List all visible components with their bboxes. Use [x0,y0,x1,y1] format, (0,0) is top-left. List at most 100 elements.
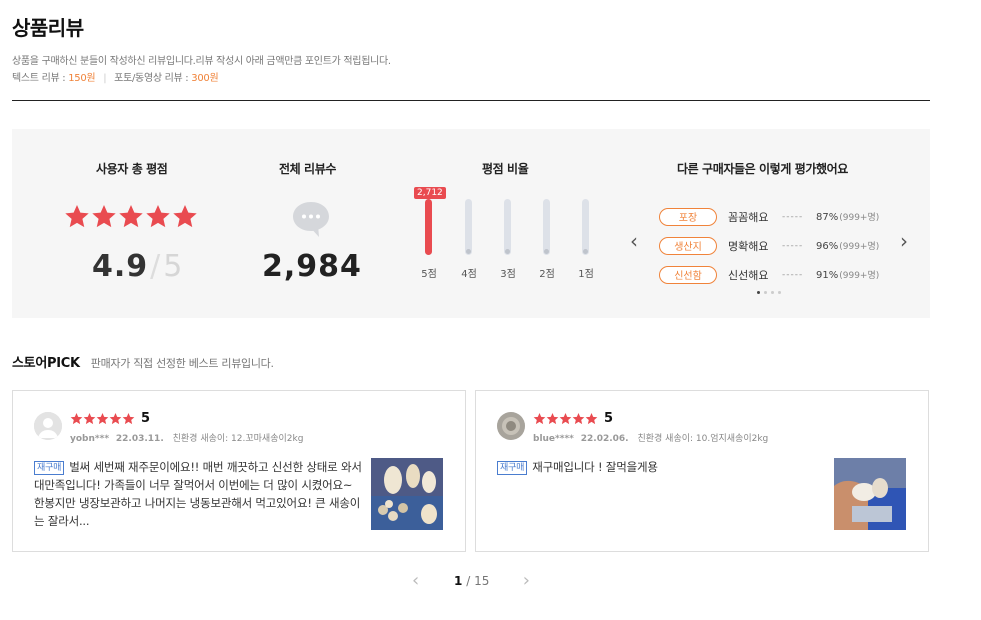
evaluation-dash: ----- [782,269,804,280]
evaluation-item: 생산지 명확해요 ----- 96%(999+명) [659,231,879,260]
bar-track [425,199,432,255]
total-review-count: 2,984 [262,249,362,284]
evaluation-dash: ----- [782,240,804,251]
review-text: 재구매입니다 ! 잘먹을게용 [532,460,658,474]
bar-track [582,199,589,255]
review-meta: blue**** 22.02.06. 친환경 새송이: 10.엄지새송이2kg [533,431,768,444]
evaluation-item: 포장 꼼꼼해요 ----- 87%(999+명) [659,202,879,231]
review-body: 재구매 벌써 세번째 재주문이에요!! 매번 깨끗하고 신선한 상태로 와서 대만… [34,458,364,530]
bar-label: 5점 [421,269,437,280]
review-rating: 5 [604,411,614,426]
star-icon [92,204,116,228]
store-pick-desc: 판매자가 직접 선정한 베스트 리뷰입니다. [90,357,274,370]
review-stars: 5 [533,411,613,426]
bar-fill [425,199,432,255]
star-icon [585,412,598,425]
rebuy-badge: 재구매 [497,461,528,475]
star-icon [96,412,109,425]
star-icon [173,204,197,228]
bar-track [465,199,472,255]
evaluation-dash: ----- [782,211,804,222]
star-icon [83,412,96,425]
evaluation-percent: 96%(999+명) [816,241,880,252]
review-photo[interactable] [371,458,443,530]
star-icon [65,204,89,228]
bar-track [543,199,550,255]
evaluation-tag: 신선함 [659,265,717,284]
star-icon [109,412,122,425]
bar-label: 2점 [539,269,555,280]
review-rating: 5 [141,411,151,426]
evaluation-list: 포장 꼼꼼해요 ----- 87%(999+명) 생산지 명확해요 ----- … [659,202,879,289]
evaluation-text: 신선해요 [728,268,769,282]
count-title: 전체 리뷰수 [279,162,336,176]
page-indicator: 1 / 15 [454,574,490,588]
review-summary: 사용자 총 평점 4.9/5 전체 리뷰수 2,984 평점 비율 2,712 … [12,129,930,318]
review-card[interactable]: 5 yobn*** 22.03.11. 친환경 새송이: 12.꼬마새송이2kg… [12,390,466,552]
review-date: 22.03.11. [115,434,164,444]
bar-track [504,199,511,255]
photo-review-label: 포토/동영상 리뷰 : [114,73,189,84]
rating-value: 4.9 [92,249,149,284]
store-pick-title: 스토어PICK [12,356,80,371]
review-stars: 5 [70,411,150,426]
rebuy-badge: 재구매 [34,461,65,475]
store-pick-header: 스토어PICK 판매자가 직접 선정한 베스트 리뷰입니다. [12,352,274,371]
ratio-title: 평점 비율 [482,162,529,176]
rating-ratio-bars: 2,712 5점 4점 3점 2점 1점 [412,187,612,289]
bar-label: 4점 [461,269,477,280]
pagination: ‹ 1 / 15 › [410,570,534,592]
text-review-label: 텍스트 리뷰 : [12,73,66,84]
review-user: blue**** [533,434,574,444]
text-review-point: 150원 [68,73,96,84]
star-icon [559,412,572,425]
bar-label: 3점 [500,269,516,280]
chevron-left-icon[interactable]: ‹ [630,229,638,253]
star-icon [533,412,546,425]
review-photo[interactable] [834,458,906,530]
star-icon [119,204,143,228]
evaluation-tag: 생산지 [659,236,717,255]
evaluation-text: 꼼꼼해요 [728,210,769,224]
divider: | [103,73,107,84]
divider [12,100,930,101]
average-rating: 4.9/5 [92,249,184,284]
evaluation-tag: 포장 [659,207,717,226]
chevron-right-icon[interactable]: › [900,229,908,253]
evaluation-text: 명확해요 [728,239,769,253]
rating-stars [64,203,198,229]
rating-title: 사용자 총 평점 [96,162,168,176]
review-text: 벌써 세번째 재주문이에요!! 매번 깨끗하고 신선한 상태로 와서 대만족입니… [34,460,362,528]
point-info: 텍스트 리뷰 : 150원 | 포토/동영상 리뷰 : 300원 [12,70,391,87]
description-text: 상품을 구매하신 분들이 작성하신 리뷰입니다.리뷰 작성시 아래 금액만큼 포… [12,56,391,67]
chevron-right-icon[interactable]: › [523,570,530,591]
avatar [34,412,62,440]
chevron-left-icon[interactable]: ‹ [412,570,419,591]
carousel-dot[interactable] [771,291,774,294]
page-title: 상품리뷰 [12,16,84,40]
carousel-dot[interactable] [764,291,767,294]
photo-review-point: 300원 [191,73,219,84]
review-user: yobn*** [70,434,110,444]
review-option: 친환경 새송이: 12.꼬마새송이2kg [172,434,304,444]
speech-bubble-icon [293,202,329,237]
carousel-dot[interactable] [778,291,781,294]
rating-max: 5 [163,249,184,284]
avatar [497,412,525,440]
star-icon [546,412,559,425]
star-icon [70,412,83,425]
bar-count-bubble: 2,712 [414,187,446,199]
review-description: 상품을 구매하신 분들이 작성하신 리뷰입니다.리뷰 작성시 아래 금액만큼 포… [12,53,391,87]
evaluation-item: 신선함 신선해요 ----- 91%(999+명) [659,260,879,289]
carousel-dots [757,291,781,294]
review-date: 22.02.06. [580,434,629,444]
star-icon [146,204,170,228]
carousel-dot[interactable] [757,291,760,294]
bar-label: 1점 [578,269,594,280]
evaluation-percent: 91%(999+명) [816,270,880,281]
review-body: 재구매 재구매입니다 ! 잘먹을게용 [497,458,827,476]
review-meta: yobn*** 22.03.11. 친환경 새송이: 12.꼬마새송이2kg [70,431,303,444]
star-icon [572,412,585,425]
evaluation-percent: 87%(999+명) [816,212,880,223]
review-card[interactable]: 5 blue**** 22.02.06. 친환경 새송이: 10.엄지새송이2k… [475,390,929,552]
